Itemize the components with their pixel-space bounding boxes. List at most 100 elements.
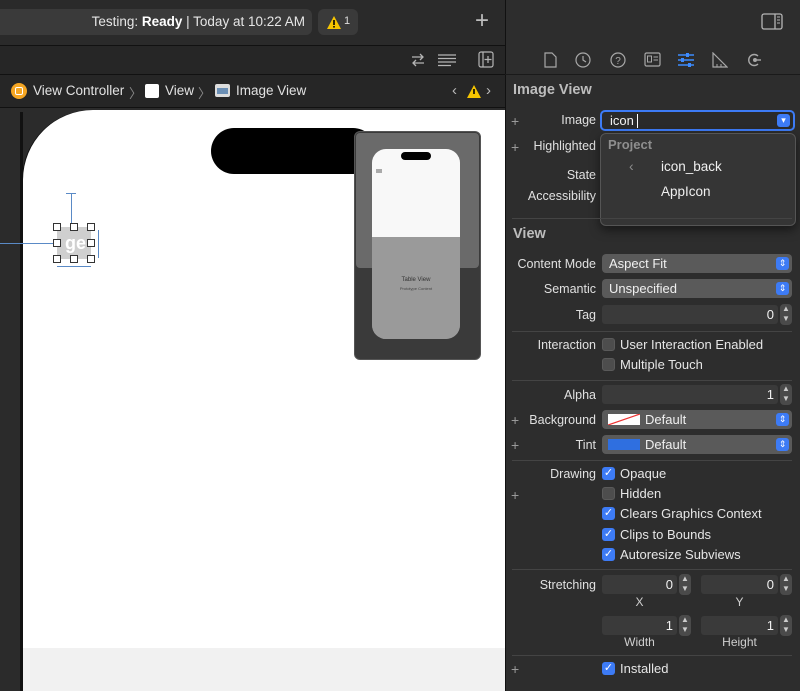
resize-handle[interactable]: [53, 223, 61, 231]
stretch-y-stepper[interactable]: ▲ ▼: [780, 574, 792, 595]
clips-to-bounds-checkbox[interactable]: ✓: [602, 528, 615, 541]
svg-text:?: ?: [615, 56, 621, 67]
constraint-guide: [0, 243, 57, 244]
view-icon: [145, 84, 159, 98]
user-interaction-label: User Interaction Enabled: [620, 337, 764, 352]
constraint-guide: [66, 193, 76, 194]
resize-handle[interactable]: [70, 223, 78, 231]
tint-label: Tint: [575, 438, 596, 452]
resize-handle[interactable]: [87, 239, 95, 247]
minimap-table-view-label: Table View: [401, 277, 431, 283]
highlighted-label: Highlighted: [533, 139, 596, 153]
tag-field[interactable]: 0: [602, 305, 778, 324]
back-chevron-icon[interactable]: ‹: [629, 158, 634, 174]
background-popup[interactable]: Default ⇕: [602, 410, 792, 429]
chevron-down-icon[interactable]: ▾: [777, 114, 790, 127]
breadcrumb-separator: 〉: [198, 86, 212, 101]
stretch-height-field[interactable]: 1: [701, 616, 778, 635]
add-variation-button[interactable]: +: [511, 661, 519, 677]
alpha-field[interactable]: 1: [602, 385, 778, 404]
clears-graphics-checkbox[interactable]: ✓: [602, 507, 615, 520]
image-suggestions-dropdown[interactable]: Project ‹ icon_back AppIcon: [600, 133, 796, 226]
dynamic-island: [211, 128, 376, 174]
section-divider: [512, 655, 792, 656]
installed-checkbox[interactable]: ✓: [602, 662, 615, 675]
add-variation-button[interactable]: +: [511, 412, 519, 428]
add-variation-button[interactable]: +: [511, 487, 519, 503]
clears-graphics-label: Clears Graphics Context: [620, 506, 762, 521]
interaction-label: Interaction: [537, 338, 596, 352]
user-interaction-checkbox[interactable]: [602, 338, 615, 351]
device-edge: [20, 112, 23, 691]
hidden-label: Hidden: [620, 486, 662, 501]
autoresize-label: Autoresize Subviews: [620, 547, 741, 562]
file-inspector-icon[interactable]: [544, 52, 557, 68]
add-editor-icon[interactable]: [478, 51, 494, 68]
breadcrumb-view-controller[interactable]: View Controller: [33, 83, 124, 98]
status-state: Ready: [141, 14, 183, 29]
size-inspector-icon[interactable]: [712, 52, 728, 68]
stretch-width-field[interactable]: 1: [602, 616, 677, 635]
opaque-label: Opaque: [620, 466, 667, 481]
identity-inspector-icon[interactable]: [644, 52, 661, 67]
stretch-y-field[interactable]: 0: [701, 575, 778, 594]
chevron-updown-icon: ⇕: [776, 413, 789, 426]
chevron-left-icon[interactable]: ‹: [452, 82, 457, 99]
add-library-button[interactable]: +: [470, 7, 494, 35]
alpha-stepper[interactable]: ▲ ▼: [780, 384, 792, 405]
activity-status-text: Testing: Ready | Today at 10:22 AM: [0, 14, 305, 29]
semantic-popup[interactable]: Unspecified ⇕: [602, 279, 792, 298]
connections-inspector-icon[interactable]: [746, 52, 762, 68]
image-view-section-title: Image View: [513, 82, 592, 98]
dropdown-item-appicon[interactable]: AppIcon: [661, 184, 711, 199]
add-variation-button[interactable]: +: [511, 437, 519, 453]
text-cursor: [637, 114, 638, 128]
opaque-checkbox[interactable]: ✓: [602, 467, 615, 480]
warning-indicator[interactable]: 1: [318, 9, 358, 35]
help-inspector-icon[interactable]: ?: [610, 52, 626, 68]
resize-handle[interactable]: [87, 255, 95, 263]
stretch-width-stepper[interactable]: ▲ ▼: [679, 615, 691, 636]
tag-stepper[interactable]: ▲ ▼: [780, 304, 792, 325]
state-label: State: [566, 168, 596, 182]
sidebar-toggle-icon[interactable]: [761, 13, 783, 30]
stretch-x-stepper[interactable]: ▲ ▼: [679, 574, 691, 595]
image-name-field[interactable]: icon ▾: [600, 110, 795, 131]
drawing-label: Drawing: [550, 467, 596, 481]
multiple-touch-checkbox[interactable]: [602, 358, 615, 371]
add-variation-button[interactable]: +: [511, 113, 519, 129]
background-label: Background: [529, 413, 596, 427]
text-lines-icon[interactable]: [437, 52, 457, 68]
warning-icon[interactable]: [467, 85, 481, 98]
installed-label: Installed: [620, 661, 669, 676]
breadcrumb-view[interactable]: View: [165, 83, 194, 98]
constraint-guide: [71, 193, 72, 227]
dropdown-item-icon-back[interactable]: icon_back: [661, 159, 722, 174]
stretch-x-field[interactable]: 0: [602, 575, 677, 594]
autoresize-checkbox[interactable]: ✓: [602, 548, 615, 561]
stretch-height-stepper[interactable]: ▲ ▼: [780, 615, 792, 636]
tag-label: Tag: [575, 308, 596, 322]
warning-icon: [327, 16, 341, 29]
swap-arrows-icon[interactable]: [410, 52, 426, 68]
section-divider: [512, 331, 792, 332]
tint-popup[interactable]: Default ⇕: [602, 435, 792, 454]
section-divider: [512, 380, 792, 381]
attributes-inspector-icon[interactable]: [677, 52, 695, 68]
resize-handle[interactable]: [53, 255, 61, 263]
resize-handle[interactable]: [70, 255, 78, 263]
resize-handle[interactable]: [53, 239, 61, 247]
clips-to-bounds-label: Clips to Bounds: [620, 527, 712, 542]
chevron-right-icon[interactable]: ›: [486, 82, 491, 99]
view-controller-icon: [11, 83, 27, 99]
history-inspector-icon[interactable]: [575, 52, 591, 68]
content-mode-value: Aspect Fit: [609, 256, 667, 271]
breadcrumb-image-view[interactable]: Image View: [236, 83, 306, 98]
status-prefix: Testing:: [91, 14, 142, 29]
content-mode-popup[interactable]: Aspect Fit ⇕: [602, 254, 792, 273]
hidden-checkbox[interactable]: [602, 487, 615, 500]
status-suffix: | Today at 10:22 AM: [182, 14, 305, 29]
chevron-updown-icon: ⇕: [776, 282, 789, 295]
resize-handle[interactable]: [87, 223, 95, 231]
add-variation-button[interactable]: +: [511, 139, 519, 155]
